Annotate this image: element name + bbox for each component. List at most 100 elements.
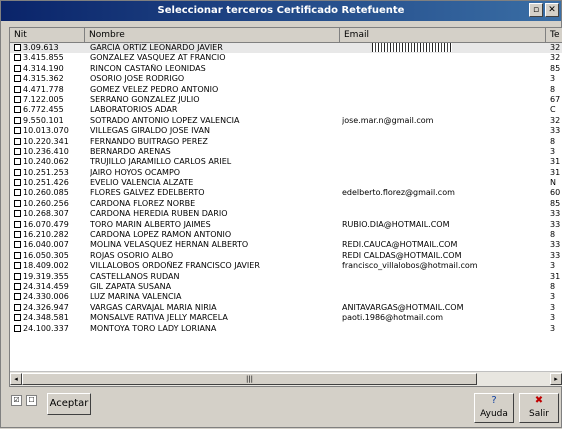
row-checkbox[interactable] xyxy=(14,116,21,124)
table-row[interactable]: 16.210.282 CARDONA LOPEZ RAMON ANTONIO 8 xyxy=(10,230,562,240)
cell-email: paoti.1986@hotmail.com xyxy=(342,313,444,323)
cell-extra: 32 xyxy=(550,43,561,52)
table-row[interactable]: 16.050.305 ROJAS OSORIO ALBO REDI CALDAS@H… xyxy=(10,251,562,261)
scroll-left-icon[interactable]: ◂ xyxy=(10,373,22,385)
table-row[interactable]: 10.260.256 CARDONA FLOREZ NORBE 85 xyxy=(10,199,562,209)
cell-nit: 10.268.307 xyxy=(23,209,69,219)
row-checkbox[interactable] xyxy=(14,85,21,93)
exit-button[interactable]: ✖ Salir xyxy=(519,393,559,423)
table-row[interactable]: 18.409.002 VILLALOBOS ORDOÑEZ FRANCISCO J… xyxy=(10,261,562,271)
col-nombre[interactable]: Nombre xyxy=(85,28,340,42)
table-row[interactable]: 10.240.062 TRUJILLO JARAMILLO CARLOS ARIE… xyxy=(10,157,562,167)
row-checkbox[interactable] xyxy=(14,64,21,72)
cell-nit: 3.09.613 xyxy=(23,43,59,52)
cell-nit: 18.409.002 xyxy=(23,261,69,271)
row-checkbox[interactable] xyxy=(14,44,21,51)
cell-extra: 31 xyxy=(550,157,561,167)
cell-nit: 10.013.070 xyxy=(23,126,69,136)
row-checkbox[interactable] xyxy=(14,199,21,207)
table-row[interactable]: 3.09.613 GARCIA ORTIZ LEONARDO JAVIER 32 xyxy=(10,43,562,54)
cell-nit: 6.772.455 xyxy=(23,105,64,115)
table-row[interactable]: 10.251.253 JAIRO HOYOS OCAMPO 31 xyxy=(10,168,562,178)
table-row[interactable]: 10.260.085 FLORES GALVEZ EDELBERTO edelber… xyxy=(10,188,562,198)
cell-nit: 4.315.362 xyxy=(23,74,64,84)
col-extra[interactable]: Te xyxy=(546,28,562,42)
window-controls: ▫ ✕ xyxy=(529,3,559,17)
table-row[interactable]: 19.319.355 CASTELLANOS RUDAN 31 xyxy=(10,272,562,282)
cell-extra: 31 xyxy=(550,167,561,177)
table-row[interactable]: 4.315.362 OSORIO JOSE RODRIGO 3 xyxy=(10,74,562,84)
row-checkbox[interactable] xyxy=(14,251,21,259)
row-checkbox[interactable] xyxy=(14,231,21,239)
row-checkbox[interactable] xyxy=(14,262,21,270)
table-row[interactable]: 16.070.479 TORO MARIN ALBERTO JAIMES RUBIO… xyxy=(10,220,562,230)
table-row[interactable]: 10.236.410 BERNARDO ARENAS 3 xyxy=(10,147,562,157)
cell-nit: 10.260.256 xyxy=(23,198,69,208)
table-row[interactable]: 7.122.005 SERRANO GONZALEZ JULIO 67 xyxy=(10,95,562,105)
cell-nit: 4.314.190 xyxy=(23,63,64,73)
row-checkbox[interactable] xyxy=(14,210,21,218)
table-row[interactable]: 10.268.307 CARDONA HEREDIA RUBEN DARIO 33 xyxy=(10,209,562,219)
col-nit[interactable]: Nit xyxy=(10,28,85,42)
uncheck-all-icon[interactable]: ☐ xyxy=(26,395,37,406)
table-row[interactable]: 24.100.337 MONTOYA TORO LADY LORIANA 3 xyxy=(10,324,562,334)
horizontal-scrollbar[interactable]: ◂ ||| ▸ xyxy=(10,371,562,386)
title-bar: Seleccionar terceros Certificado Retefue… xyxy=(1,1,561,21)
cell-nit: 16.050.305 xyxy=(23,250,69,260)
cell-nit: 9.550.101 xyxy=(23,115,64,125)
row-checkbox[interactable] xyxy=(14,95,21,103)
row-checkbox[interactable] xyxy=(14,189,21,197)
table-row[interactable]: 4.314.190 RINCON CASTAÑO LEONIDAS 85 xyxy=(10,64,562,74)
row-checkbox[interactable] xyxy=(14,314,21,322)
exit-icon: ✖ xyxy=(534,395,544,406)
cell-extra: 33 xyxy=(550,219,561,229)
row-checkbox[interactable] xyxy=(14,241,21,249)
cell-nombre: FERNANDO BUITRAGO PEREZ xyxy=(90,136,208,146)
table-row[interactable]: 16.040.007 MOLINA VELASQUEZ HERNAN ALBERT… xyxy=(10,240,562,250)
row-checkbox[interactable] xyxy=(14,179,21,187)
table-row[interactable]: 4.471.778 GOMEZ VELEZ PEDRO ANTONIO 8 xyxy=(10,85,562,95)
table-row[interactable]: 24.314.459 GIL ZAPATA SUSANA 8 xyxy=(10,282,562,292)
row-checkbox[interactable] xyxy=(14,137,21,145)
terceros-grid[interactable]: Nit Nombre Email Te 3.09.613 GARCIA ORTIZ… xyxy=(9,27,562,387)
cell-nit: 10.236.410 xyxy=(23,146,69,156)
cell-extra: 60 xyxy=(550,188,561,198)
table-row[interactable]: 10.013.070 VILLEGAS GIRALDO JOSE IVAN 33 xyxy=(10,126,562,136)
row-checkbox[interactable] xyxy=(14,75,21,83)
row-checkbox[interactable] xyxy=(14,282,21,290)
cell-nombre: GIL ZAPATA SUSANA xyxy=(90,281,172,291)
table-row[interactable]: 24.326.947 VARGAS CARVAJAL MARIA NIRIA ANI… xyxy=(10,303,562,313)
table-row[interactable]: 3.415.855 GONZALEZ VASQUEZ AT FRANCIO 32 xyxy=(10,53,562,63)
help-button[interactable]: ? Ayuda xyxy=(474,393,514,423)
accept-button[interactable]: Aceptar xyxy=(47,393,91,415)
row-checkbox[interactable] xyxy=(14,293,21,301)
scroll-thumb[interactable]: ||| xyxy=(22,373,477,385)
row-checkbox[interactable] xyxy=(14,168,21,176)
table-row[interactable]: 6.772.455 LABORATORIOS ADAR C xyxy=(10,105,562,115)
cell-nit: 10.220.341 xyxy=(23,136,69,146)
cell-nombre: TRUJILLO JARAMILLO CARLOS ARIEL xyxy=(90,157,232,167)
cell-extra: 8 xyxy=(550,230,556,240)
table-row[interactable]: 10.251.426 EVELIO VALENCIA ALZATE N xyxy=(10,178,562,188)
cell-nombre: SERRANO GONZALEZ JULIO xyxy=(90,94,200,104)
restore-icon[interactable]: ▫ xyxy=(529,3,543,17)
table-row[interactable]: 24.330.006 LUZ MARINA VALENCIA 3 xyxy=(10,292,562,302)
row-checkbox[interactable] xyxy=(14,220,21,228)
row-checkbox[interactable] xyxy=(14,127,21,135)
row-checkbox[interactable] xyxy=(14,106,21,114)
col-email[interactable]: Email xyxy=(340,28,546,42)
row-checkbox[interactable] xyxy=(14,147,21,155)
row-checkbox[interactable] xyxy=(14,158,21,166)
table-row[interactable]: 24.348.581 MONSALVE RATIVA JELLY MARCELA p… xyxy=(10,313,562,323)
row-checkbox[interactable] xyxy=(14,272,21,280)
footer-bar: ☑ ☐ Aceptar ? Ayuda ✖ Salir xyxy=(1,387,561,429)
scroll-right-icon[interactable]: ▸ xyxy=(550,373,562,385)
row-checkbox[interactable] xyxy=(14,324,21,332)
check-all-icon[interactable]: ☑ xyxy=(11,395,22,406)
row-checkbox[interactable] xyxy=(14,303,21,311)
cell-nombre: CARDONA HEREDIA RUBEN DARIO xyxy=(90,209,228,219)
row-checkbox[interactable] xyxy=(14,54,21,62)
table-row[interactable]: 10.220.341 FERNANDO BUITRAGO PEREZ 8 xyxy=(10,137,562,147)
close-icon[interactable]: ✕ xyxy=(545,3,559,17)
table-row[interactable]: 9.550.101 SOTRADO ANTONIO LOPEZ VALENCIA j… xyxy=(10,116,562,126)
